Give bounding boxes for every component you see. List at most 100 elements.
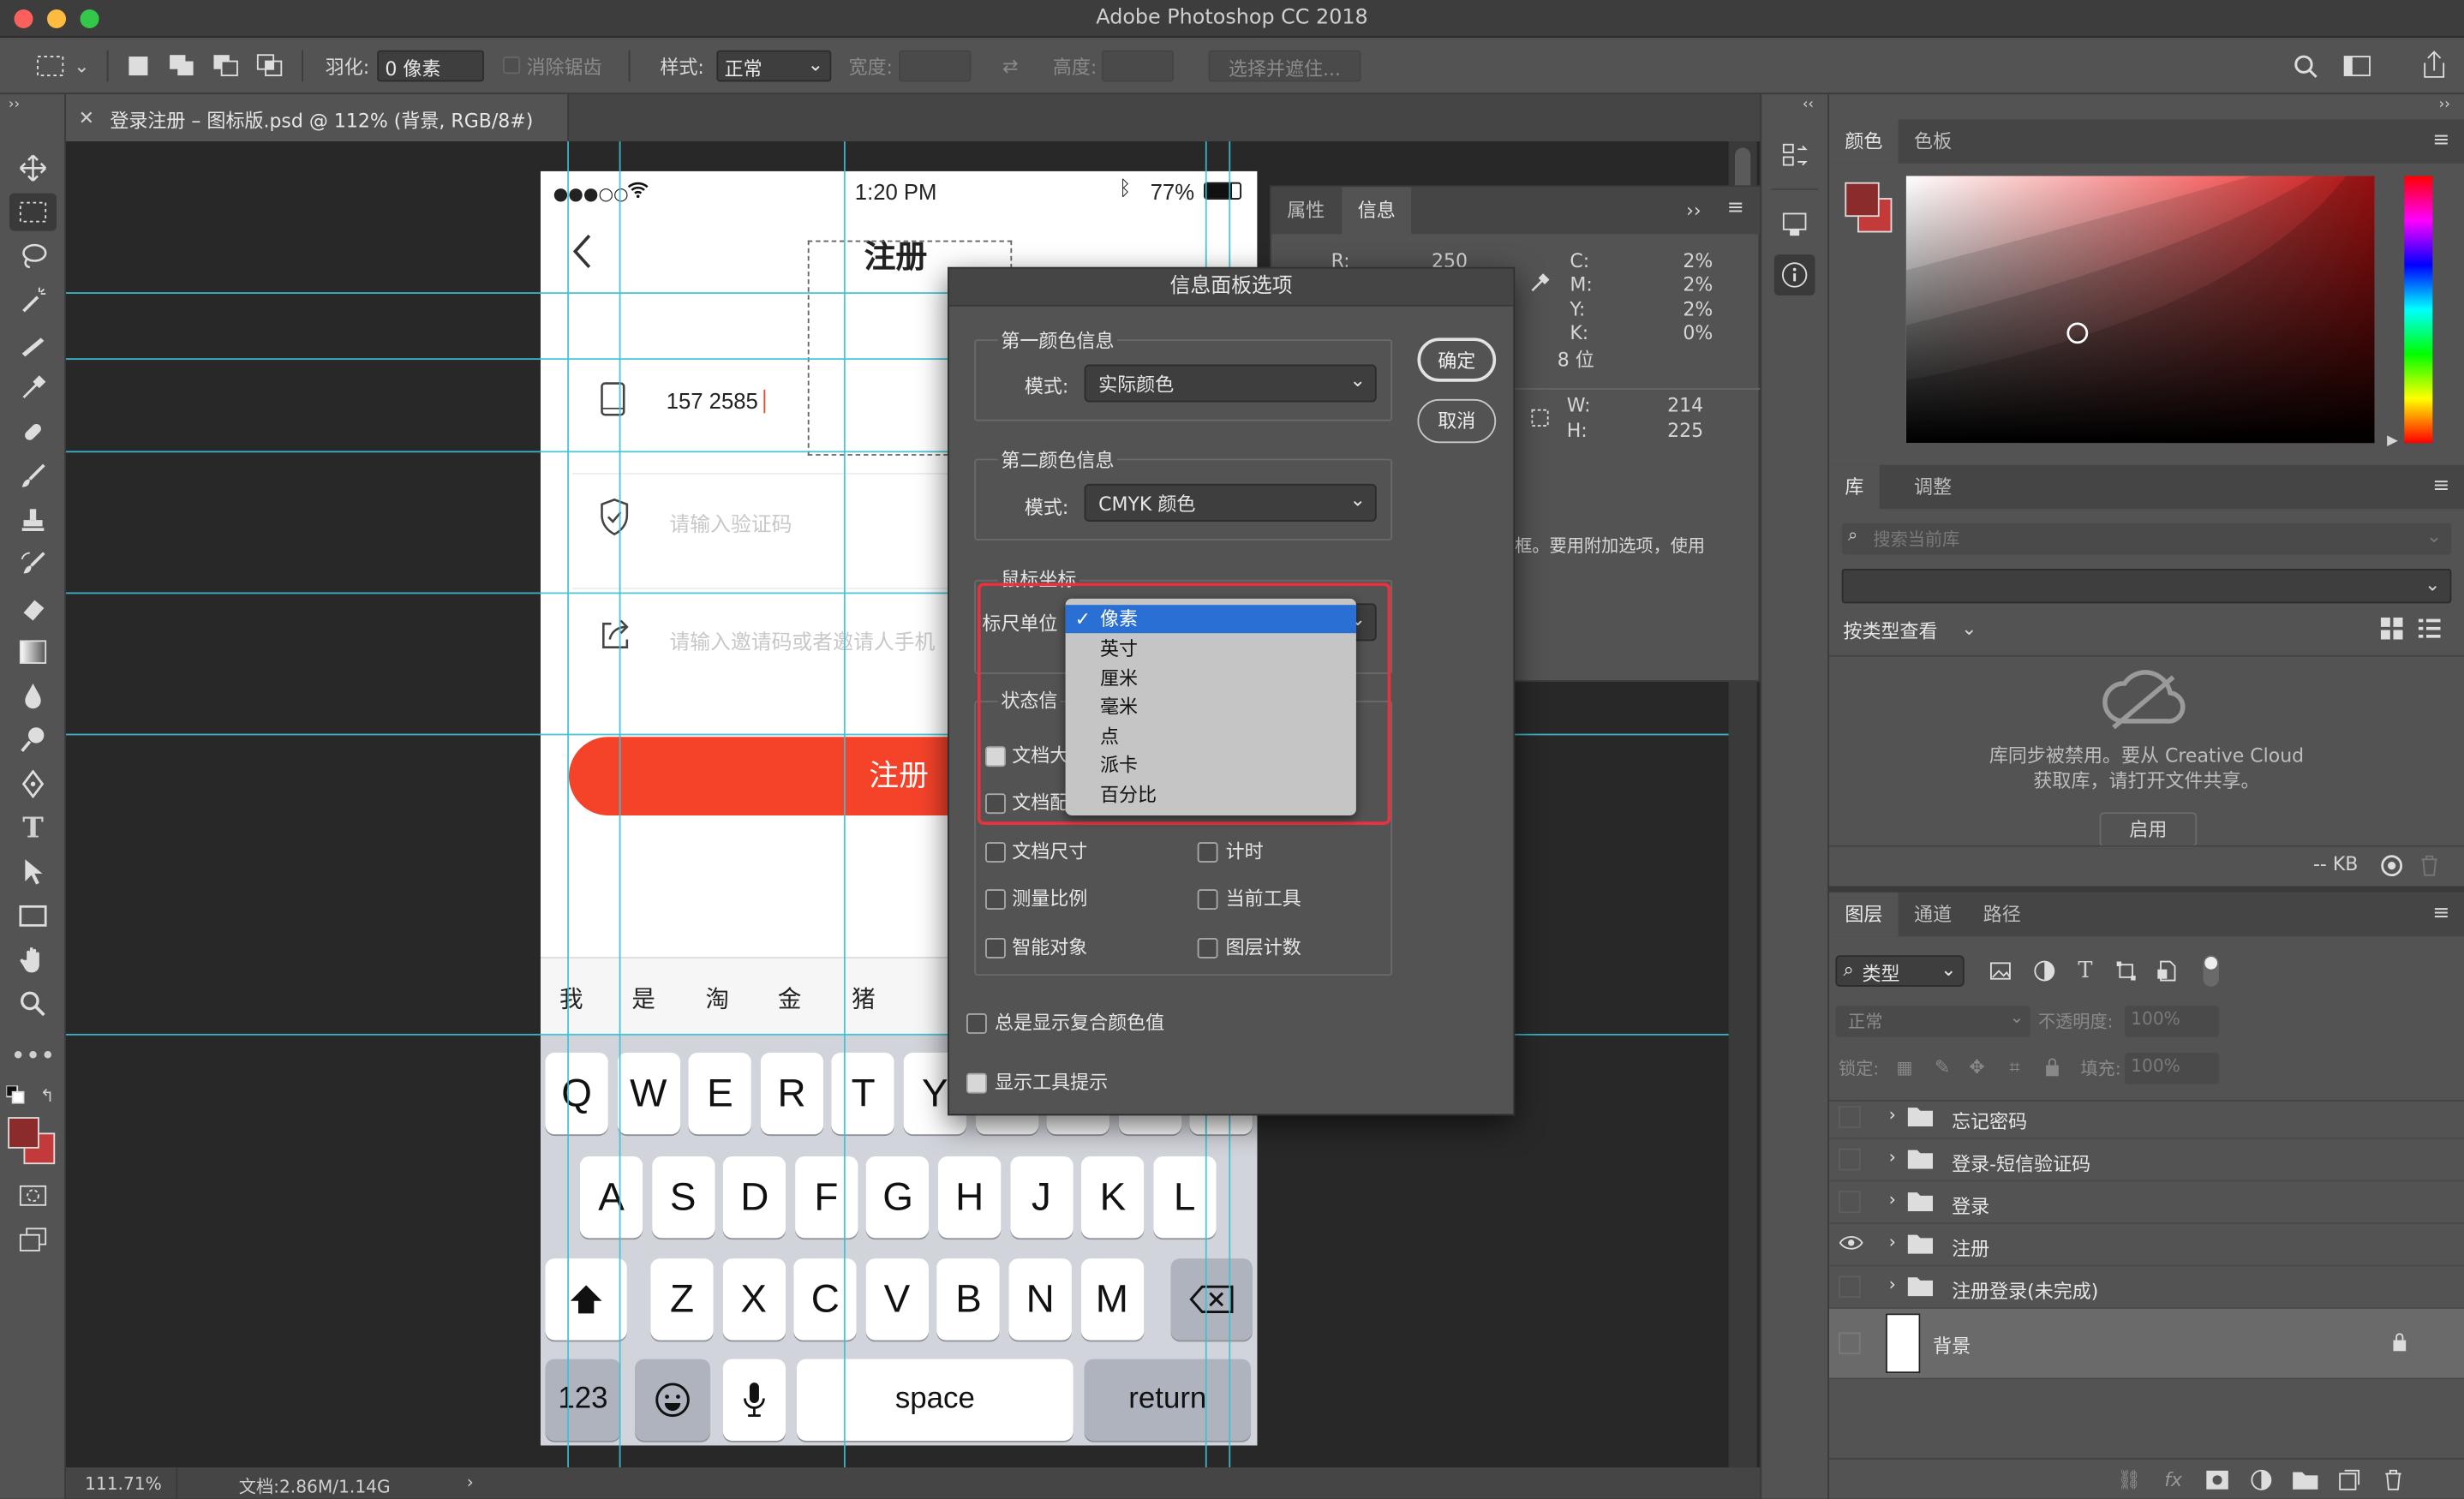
key-f[interactable]: F xyxy=(794,1156,858,1239)
expand-chevron-icon[interactable]: › xyxy=(1889,1189,1896,1209)
smart-object-filter-icon[interactable] xyxy=(2153,957,2181,985)
tab-libraries[interactable]: 库 xyxy=(1829,464,1880,510)
tab-adjustments[interactable]: 调整 xyxy=(1899,465,1968,509)
expand-chevron-icon[interactable]: › xyxy=(1889,1275,1896,1295)
second-color-mode-select[interactable]: CMYK 颜色 ⌄ xyxy=(1084,483,1377,522)
key-g[interactable]: G xyxy=(866,1156,930,1239)
intersect-selection-icon[interactable] xyxy=(254,51,286,82)
type-filter-icon[interactable]: T xyxy=(2071,957,2099,985)
fill-input[interactable]: 100% xyxy=(2124,1052,2219,1084)
feather-input[interactable]: 0 像素 xyxy=(377,50,484,82)
visibility-toggle[interactable] xyxy=(1839,1191,1861,1214)
enable-sharing-button[interactable]: 启用 xyxy=(2099,812,2198,847)
pixel-filter-icon[interactable] xyxy=(1986,957,2014,985)
layer-row[interactable]: › 登录 xyxy=(1829,1181,2464,1224)
blur-tool-icon[interactable] xyxy=(13,678,54,713)
swap-colors-icon[interactable]: ↰ xyxy=(34,1084,59,1107)
history-panel-icon[interactable] xyxy=(1774,135,1815,176)
new-layer-icon[interactable] xyxy=(2335,1466,2364,1494)
space-key[interactable]: space xyxy=(796,1359,1074,1441)
width-input[interactable] xyxy=(899,50,972,82)
rectangular-marquee-tool-icon[interactable] xyxy=(9,193,57,231)
unit-option-pixels[interactable]: ✓ 像素 xyxy=(1065,605,1356,634)
list-view-icon[interactable] xyxy=(2417,616,2442,641)
tab-color[interactable]: 颜色 xyxy=(1829,119,1899,164)
delete-layer-icon[interactable] xyxy=(2379,1466,2407,1494)
search-icon[interactable] xyxy=(2288,51,2323,82)
device-preview-icon[interactable] xyxy=(1774,204,1815,245)
key-a[interactable]: A xyxy=(579,1156,643,1239)
brush-tool-icon[interactable] xyxy=(13,459,54,493)
layer-row[interactable]: › 注册登录(未完成) xyxy=(1829,1266,2464,1309)
tab-properties[interactable]: 属性 xyxy=(1271,187,1341,234)
eyedropper-tool-icon[interactable] xyxy=(13,371,54,405)
status-menu-icon[interactable]: › xyxy=(467,1472,474,1493)
suggestion-item[interactable]: 淘 xyxy=(706,982,730,1015)
smart-objects-checkbox[interactable] xyxy=(985,938,1006,959)
hue-slider[interactable] xyxy=(2404,176,2433,444)
key-t[interactable]: T xyxy=(832,1052,895,1135)
antialias-checkbox[interactable] xyxy=(502,57,521,75)
cancel-button[interactable]: 取消 xyxy=(1417,398,1497,444)
zoom-level[interactable]: 111.71% xyxy=(85,1473,162,1494)
chevron-down-icon[interactable]: ⌄ xyxy=(1961,618,1977,640)
chevron-down-icon[interactable]: ⌄ xyxy=(72,51,91,82)
timing-checkbox[interactable] xyxy=(1197,842,1218,863)
key-s[interactable]: S xyxy=(651,1156,715,1239)
current-tool-checkbox[interactable] xyxy=(1197,889,1218,911)
history-brush-tool-icon[interactable] xyxy=(13,546,54,581)
key-n[interactable]: N xyxy=(1008,1258,1072,1341)
lock-pixels-icon[interactable]: ✎ xyxy=(1929,1054,1954,1079)
unit-option-percent[interactable]: 百分比 xyxy=(1066,781,1356,809)
dictation-key[interactable] xyxy=(722,1359,786,1441)
key-q[interactable]: Q xyxy=(545,1052,608,1135)
layer-row-background[interactable]: 背景 xyxy=(1829,1307,2464,1380)
fx-icon[interactable]: fx xyxy=(2159,1466,2187,1494)
trash-icon[interactable] xyxy=(2417,853,2442,878)
height-input[interactable] xyxy=(1101,50,1175,82)
numbers-key[interactable]: 123 xyxy=(545,1359,621,1441)
lock-artboard-icon[interactable]: ⌗ xyxy=(2002,1054,2027,1079)
info-panel-icon[interactable] xyxy=(1773,254,1815,296)
tab-paths[interactable]: 路径 xyxy=(1967,893,2036,936)
key-d[interactable]: D xyxy=(723,1156,786,1239)
workspace-icon[interactable] xyxy=(2340,51,2374,82)
first-color-mode-select[interactable]: 实际颜色 ⌄ xyxy=(1084,364,1377,403)
visibility-toggle[interactable] xyxy=(1839,1275,1861,1299)
lock-transparency-icon[interactable]: ▦ xyxy=(1892,1054,1917,1079)
key-w[interactable]: W xyxy=(617,1052,680,1135)
verification-code-input[interactable]: 请输入验证码 xyxy=(669,507,792,538)
emoji-key[interactable] xyxy=(635,1359,711,1441)
zoom-tool-icon[interactable] xyxy=(13,987,54,1021)
adjustment-filter-icon[interactable] xyxy=(2030,957,2059,985)
select-and-mask-button[interactable]: 选择并遮住... xyxy=(1208,50,1361,82)
new-group-icon[interactable] xyxy=(2291,1466,2319,1494)
unit-option-picas[interactable]: 派卡 xyxy=(1066,751,1356,779)
panel-menu-icon[interactable]: ≡ xyxy=(2432,475,2449,499)
key-j[interactable]: J xyxy=(1009,1156,1074,1239)
hue-slider-marker[interactable]: ▶ xyxy=(2387,433,2398,449)
new-selection-icon[interactable] xyxy=(123,51,154,82)
type-tool-icon[interactable]: T xyxy=(13,810,54,845)
more-tools-icon[interactable]: ••• xyxy=(11,1037,56,1072)
close-icon[interactable]: ✕ xyxy=(75,107,98,129)
quick-mask-icon[interactable] xyxy=(13,1179,54,1213)
key-x[interactable]: X xyxy=(721,1258,786,1341)
subtract-selection-icon[interactable] xyxy=(211,51,242,82)
dodge-tool-icon[interactable] xyxy=(13,723,54,757)
hand-tool-icon[interactable] xyxy=(13,943,54,977)
panel-menu-icon[interactable]: ≡ xyxy=(2432,902,2449,926)
key-z[interactable]: Z xyxy=(650,1258,714,1341)
visibility-toggle[interactable] xyxy=(1839,1148,1861,1171)
suggestion-item[interactable]: 是 xyxy=(631,982,655,1015)
gradient-tool-icon[interactable] xyxy=(13,635,54,669)
visibility-toggle[interactable] xyxy=(1839,1233,1863,1256)
library-select[interactable]: ⌄ xyxy=(1841,568,2452,604)
suggestion-item[interactable]: 猪 xyxy=(852,982,876,1015)
eraser-tool-icon[interactable] xyxy=(13,591,54,625)
view-by-type[interactable]: 按类型查看 xyxy=(1844,618,1938,644)
tab-info[interactable]: 信息 xyxy=(1342,187,1412,235)
color-field[interactable] xyxy=(1905,176,2375,444)
path-selection-tool-icon[interactable] xyxy=(13,855,54,889)
key-m[interactable]: M xyxy=(1080,1258,1144,1341)
